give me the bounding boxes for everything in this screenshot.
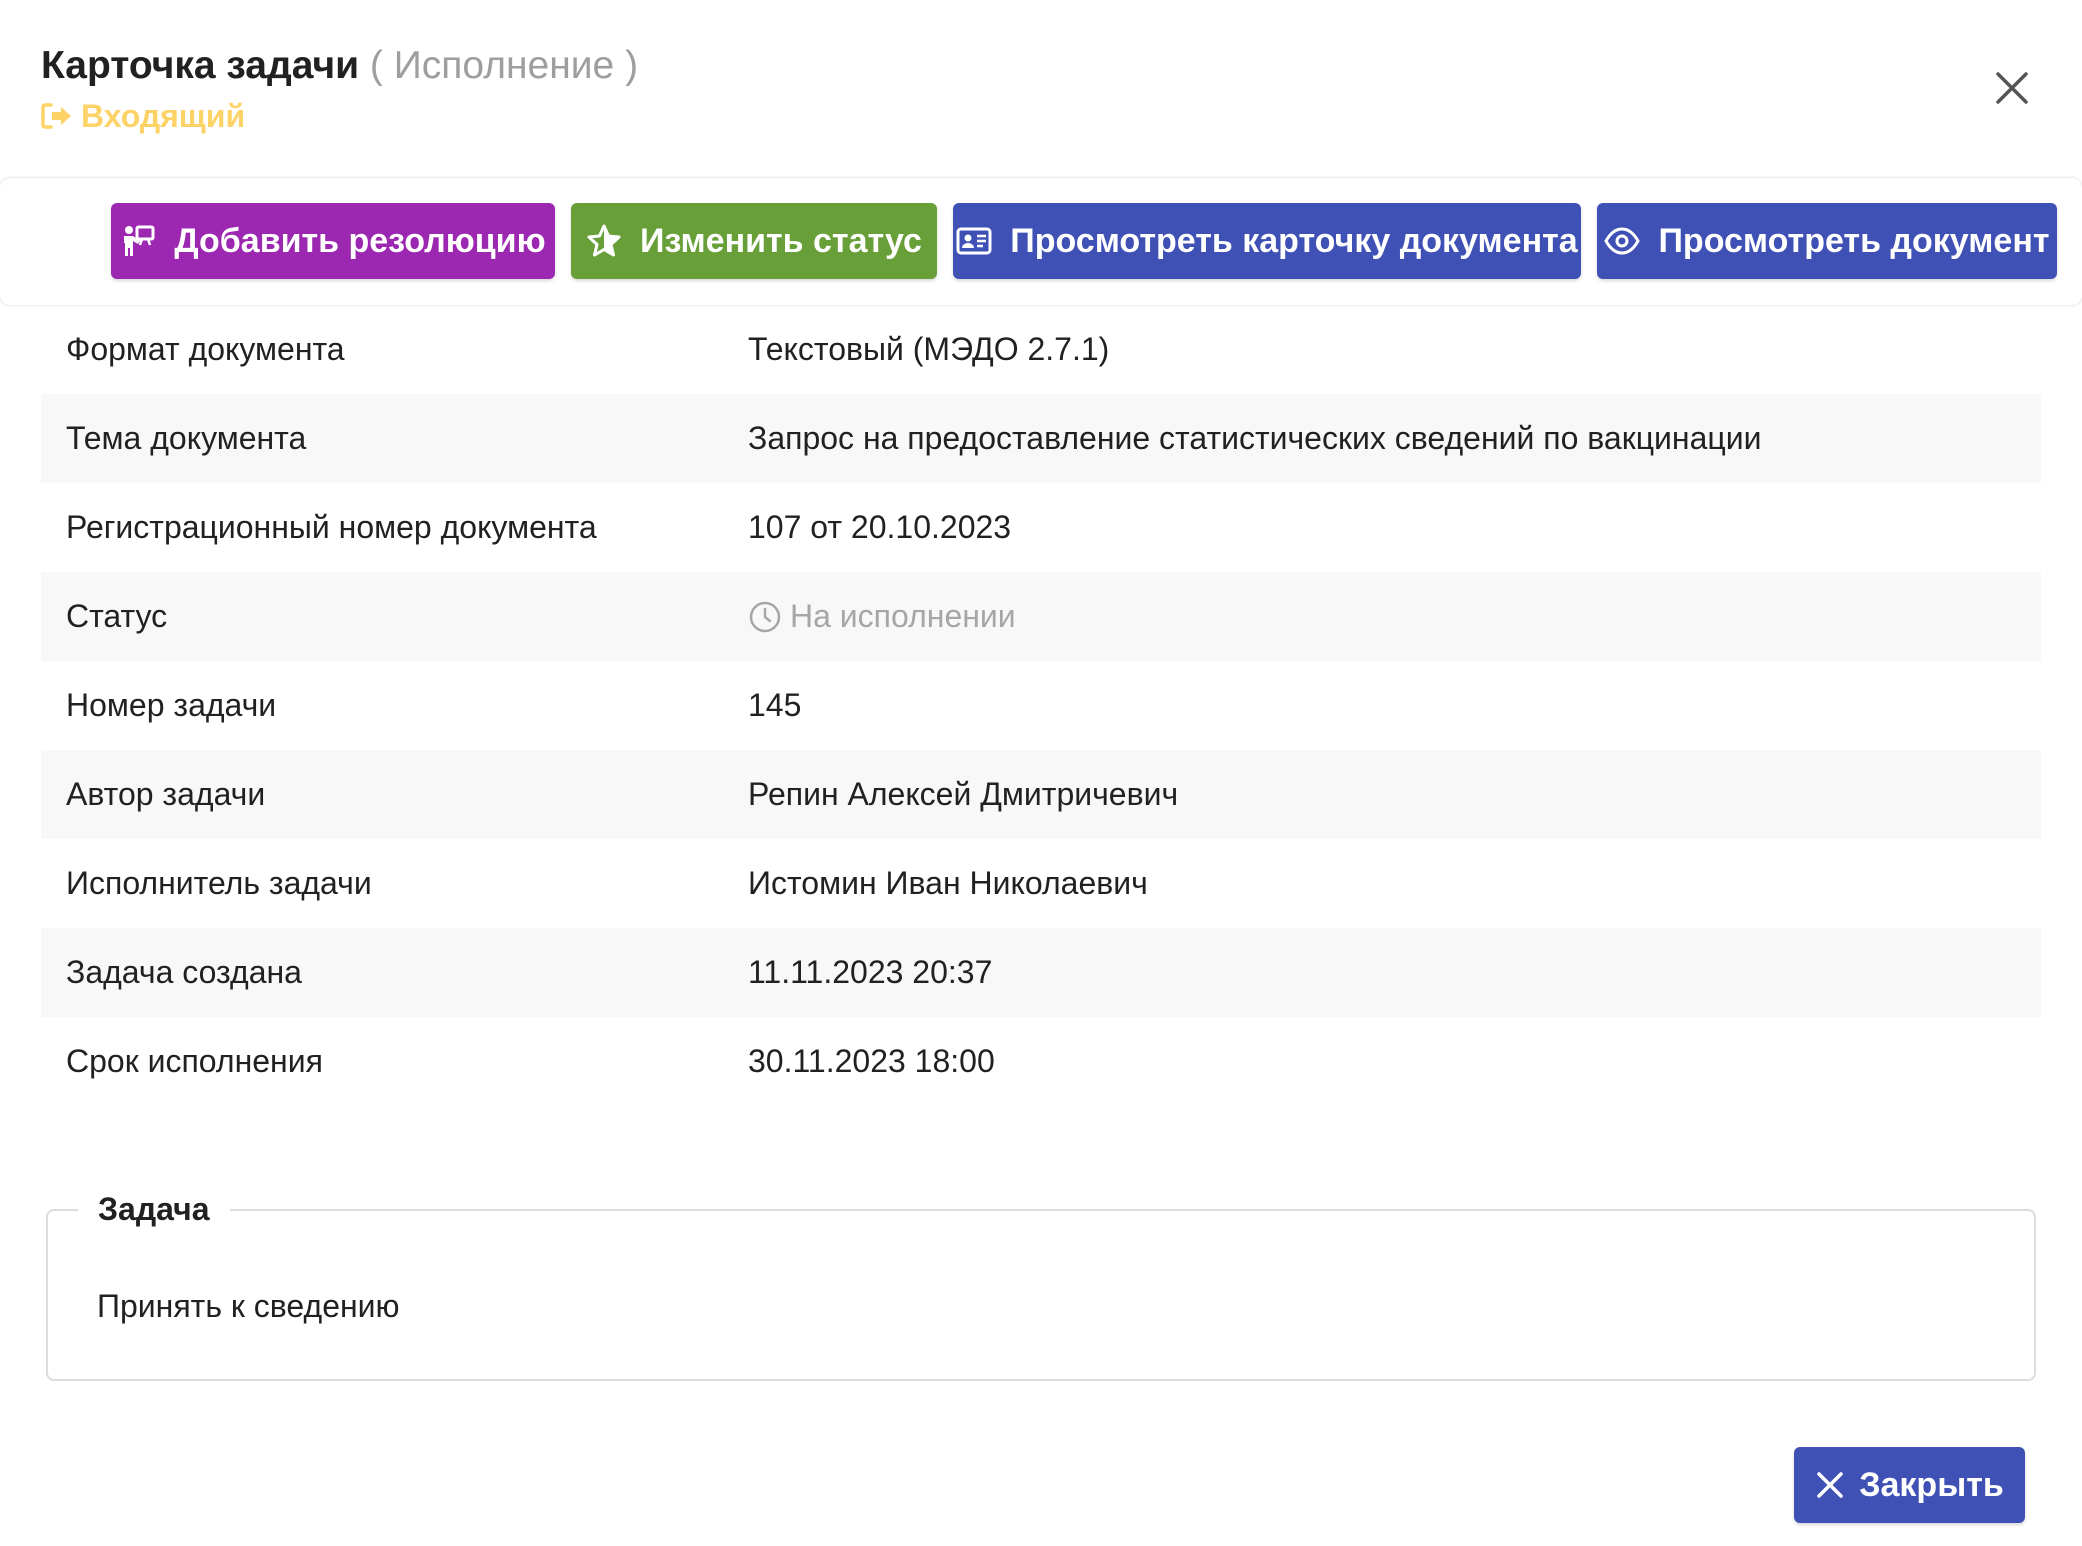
- close-button[interactable]: Закрыть: [1794, 1447, 2025, 1523]
- task-text: Принять к сведению: [97, 1288, 400, 1324]
- view-document-card-label: Просмотреть карточку документа: [1010, 221, 1578, 260]
- detail-row-author: Автор задачи Репин Алексей Дмитричевич: [41, 750, 2041, 839]
- change-status-button[interactable]: Изменить статус: [571, 203, 937, 279]
- dialog-title: Карточка задачи ( Исполнение ): [41, 38, 638, 94]
- view-document-card-button[interactable]: Просмотреть карточку документа: [953, 203, 1581, 279]
- presenter-icon: [124, 225, 155, 256]
- detail-label: Статус: [66, 598, 168, 634]
- stage-paren-open: (: [369, 44, 383, 87]
- detail-label: Тема документа: [66, 420, 307, 456]
- detail-value: Репин Алексей Дмитричевич: [748, 776, 1179, 812]
- stage-paren-close: ): [625, 44, 639, 87]
- detail-value: Текстовый (МЭДО 2.7.1): [748, 331, 1110, 367]
- direction-badge: Входящий: [41, 96, 245, 136]
- change-status-label: Изменить статус: [640, 221, 922, 260]
- detail-row-status: Статус На исполнении: [41, 572, 2041, 661]
- eye-icon: [1604, 227, 1641, 255]
- id-card-icon: [956, 227, 992, 255]
- view-document-button[interactable]: Просмотреть документ: [1597, 203, 2057, 279]
- clock-icon: [749, 601, 781, 632]
- detail-label: Исполнитель задачи: [66, 865, 372, 901]
- dialog-stage: ( Исполнение ): [370, 44, 638, 87]
- detail-row-format: Формат документа Текстовый (МЭДО 2.7.1): [41, 305, 2041, 394]
- sign-in-icon: [41, 103, 71, 129]
- stage-label: Исполнение: [393, 44, 615, 87]
- detail-row-reg-number: Регистрационный номер документа 107 от 2…: [41, 483, 2041, 572]
- detail-row-executor: Исполнитель задачи Истомин Иван Николаев…: [41, 839, 2041, 928]
- close-icon[interactable]: [1990, 66, 2034, 110]
- detail-row-subject: Тема документа Запрос на предоставление …: [41, 394, 2041, 483]
- direction-label: Входящий: [81, 98, 246, 134]
- detail-row-deadline: Срок исполнения 30.11.2023 18:00: [41, 1017, 2041, 1106]
- detail-value: 145: [748, 687, 802, 723]
- task-legend: Задача: [78, 1187, 230, 1231]
- detail-label: Формат документа: [66, 331, 345, 367]
- detail-row-task-number: Номер задачи 145: [41, 661, 2041, 750]
- detail-label: Срок исполнения: [66, 1043, 323, 1079]
- view-document-label: Просмотреть документ: [1658, 221, 2050, 260]
- detail-value: Запрос на предоставление статистических …: [748, 420, 1762, 456]
- details-table: Формат документа Текстовый (МЭДО 2.7.1) …: [41, 305, 2041, 1106]
- detail-label: Задача создана: [66, 954, 302, 990]
- detail-value: 11.11.2023 20:37: [748, 954, 993, 990]
- status-value: На исполнении: [748, 598, 1016, 635]
- add-resolution-label: Добавить резолюцию: [174, 221, 546, 260]
- detail-value: Истомин Иван Николаевич: [748, 865, 1148, 901]
- detail-value: 30.11.2023 18:00: [748, 1043, 995, 1079]
- add-resolution-button[interactable]: Добавить резолюцию: [111, 203, 555, 279]
- status-text: На исполнении: [790, 598, 1016, 634]
- detail-value: 107 от 20.10.2023: [748, 509, 1012, 545]
- dialog-header: Карточка задачи ( Исполнение ) Входящий: [0, 0, 2082, 175]
- detail-label: Номер задачи: [66, 687, 277, 723]
- detail-row-created: Задача создана 11.11.2023 20:37: [41, 928, 2041, 1017]
- close-icon: [1817, 1472, 1843, 1498]
- close-button-label: Закрыть: [1859, 1465, 2004, 1504]
- dialog-title-text: Карточка задачи: [41, 44, 360, 87]
- detail-label: Автор задачи: [66, 776, 266, 812]
- detail-label: Регистрационный номер документа: [66, 509, 597, 545]
- star-icon: [587, 224, 621, 257]
